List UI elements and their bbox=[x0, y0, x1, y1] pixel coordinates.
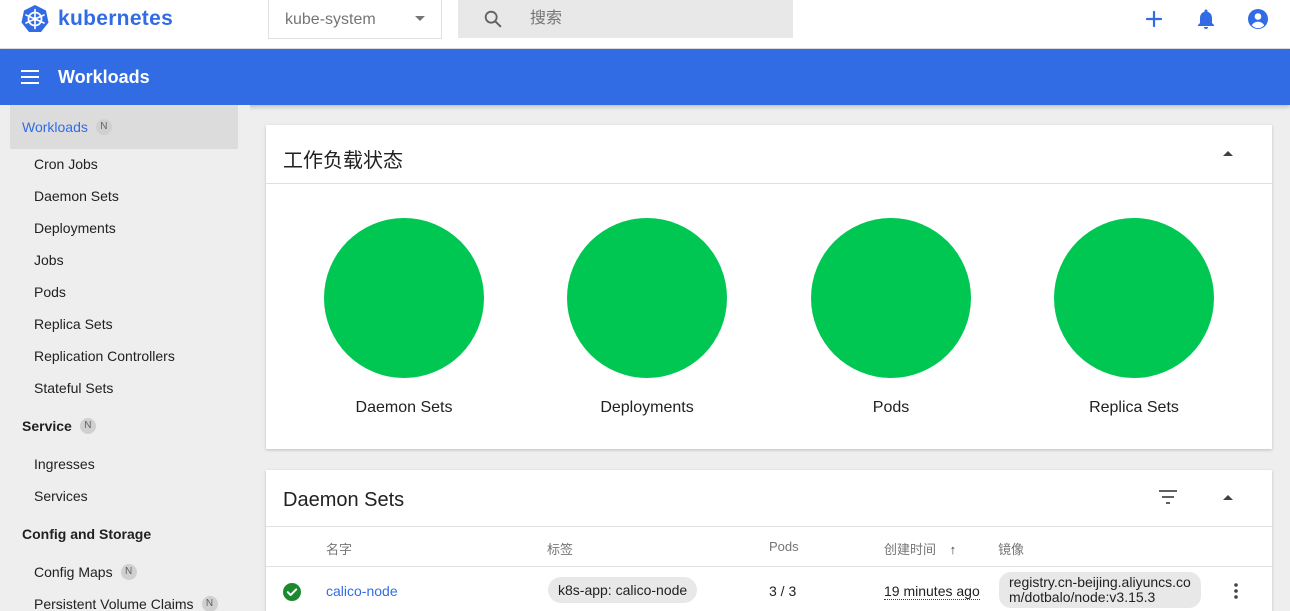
filter-icon[interactable] bbox=[1158, 489, 1178, 505]
kubernetes-logo-icon bbox=[21, 5, 49, 32]
sidebar-section-config-and-storage[interactable]: Config and Storage bbox=[10, 512, 238, 556]
sidebar-item-daemon-sets[interactable]: Daemon Sets bbox=[34, 186, 119, 206]
sort-arrow-up-icon: ↑ bbox=[949, 542, 957, 557]
sidebar-item-services[interactable]: Services bbox=[34, 486, 88, 506]
pods-count: 3 / 3 bbox=[769, 583, 797, 599]
add-icon[interactable] bbox=[1142, 7, 1166, 31]
image-line: m/dotbalo/node:v3.15.3 bbox=[1009, 589, 1156, 605]
card-title: 工作负载状态 bbox=[283, 150, 403, 172]
status-label: Daemon Sets bbox=[355, 399, 453, 416]
sidebar-section-service[interactable]: Service N bbox=[10, 404, 238, 448]
image-chip: registry.cn-beijing.aliyuncs.co m/dotbal… bbox=[999, 572, 1201, 608]
workload-status-card: 工作负载状态 Daemon Sets Deployments Pods Repl… bbox=[266, 125, 1272, 449]
namespaced-badge: N bbox=[79, 418, 96, 434]
brand[interactable]: kubernetes bbox=[20, 4, 173, 34]
column-header-pods: Pods bbox=[769, 539, 799, 554]
account-icon[interactable] bbox=[1246, 7, 1270, 31]
sidebar-section-label: Service bbox=[22, 418, 72, 434]
sidebar-item-stateful-sets[interactable]: Stateful Sets bbox=[34, 378, 113, 398]
sidebar-item-label: Persistent Volume Claims bbox=[34, 596, 194, 611]
status-pie bbox=[811, 218, 971, 378]
chevron-up-icon[interactable] bbox=[1223, 495, 1233, 500]
namespace-value: kube-system bbox=[285, 11, 376, 28]
menu-icon[interactable] bbox=[20, 67, 40, 87]
status-daemon-sets[interactable]: Daemon Sets bbox=[304, 218, 504, 417]
notifications-icon[interactable] bbox=[1194, 7, 1218, 31]
column-header-label: 创建时间 bbox=[884, 542, 937, 557]
created-time: 19 minutes ago bbox=[884, 583, 980, 600]
status-label: Pods bbox=[872, 399, 910, 416]
sidebar-item-jobs[interactable]: Jobs bbox=[34, 250, 64, 270]
sidebar-section-workloads[interactable]: Workloads N bbox=[10, 105, 238, 149]
status-label: Replica Sets bbox=[1089, 399, 1179, 416]
divider bbox=[266, 183, 1272, 184]
status-pie bbox=[324, 218, 484, 378]
column-header-name[interactable]: 名字 bbox=[326, 539, 352, 558]
namespaced-badge: N bbox=[120, 564, 137, 580]
chevron-down-icon bbox=[415, 16, 425, 21]
more-vert-icon[interactable] bbox=[1226, 581, 1246, 601]
sidebar-item-replication-controllers[interactable]: Replication Controllers bbox=[34, 346, 175, 366]
brand-name: kubernetes bbox=[58, 7, 174, 30]
sidebar-section-label: Config and Storage bbox=[22, 526, 152, 542]
daemon-set-name-link[interactable]: calico-node bbox=[326, 583, 398, 599]
sidebar: Workloads N Cron Jobs Daemon Sets Deploy… bbox=[0, 105, 250, 611]
sidebar-item-cron-jobs[interactable]: Cron Jobs bbox=[34, 154, 98, 174]
search-input[interactable] bbox=[530, 7, 780, 31]
status-pie bbox=[1054, 218, 1214, 378]
namespace-select[interactable]: kube-system bbox=[268, 0, 442, 39]
check-circle-icon bbox=[283, 583, 301, 601]
sidebar-item-deployments[interactable]: Deployments bbox=[34, 218, 116, 238]
status-pods[interactable]: Pods bbox=[791, 218, 991, 417]
status-label: Deployments bbox=[600, 399, 694, 416]
sidebar-item-ingresses[interactable]: Ingresses bbox=[34, 454, 95, 474]
search-bar[interactable] bbox=[458, 0, 793, 38]
sidebar-item-config-maps[interactable]: Config Maps N bbox=[34, 562, 137, 582]
card-title: Daemon Sets bbox=[283, 489, 405, 511]
namespaced-badge: N bbox=[95, 119, 112, 135]
column-header-created[interactable]: 创建时间 ↑ bbox=[884, 539, 956, 558]
top-bar: kubernetes kube-system bbox=[0, 0, 1290, 49]
column-header-labels: 标签 bbox=[547, 542, 574, 557]
namespaced-badge: N bbox=[201, 596, 218, 611]
sidebar-section-label: Workloads bbox=[22, 119, 88, 135]
status-replica-sets[interactable]: Replica Sets bbox=[1034, 218, 1234, 417]
status-pie bbox=[567, 218, 727, 378]
search-icon bbox=[484, 10, 502, 28]
page-title: Workloads bbox=[58, 67, 150, 87]
image-line: registry.cn-beijing.aliyuncs.co bbox=[1009, 574, 1191, 590]
sidebar-item-pods[interactable]: Pods bbox=[34, 282, 66, 302]
status-deployments[interactable]: Deployments bbox=[547, 218, 747, 417]
sidebar-item-persistent-volume-claims[interactable]: Persistent Volume Claims N bbox=[34, 594, 218, 611]
divider bbox=[266, 526, 1272, 527]
header-bar: Workloads bbox=[0, 49, 1290, 105]
column-header-images: 镜像 bbox=[998, 542, 1025, 557]
chevron-up-icon[interactable] bbox=[1223, 151, 1233, 156]
sidebar-item-label: Config Maps bbox=[34, 564, 113, 580]
divider bbox=[266, 566, 1272, 567]
label-chip: k8s-app: calico-node bbox=[548, 577, 698, 603]
sidebar-item-replica-sets[interactable]: Replica Sets bbox=[34, 314, 113, 334]
